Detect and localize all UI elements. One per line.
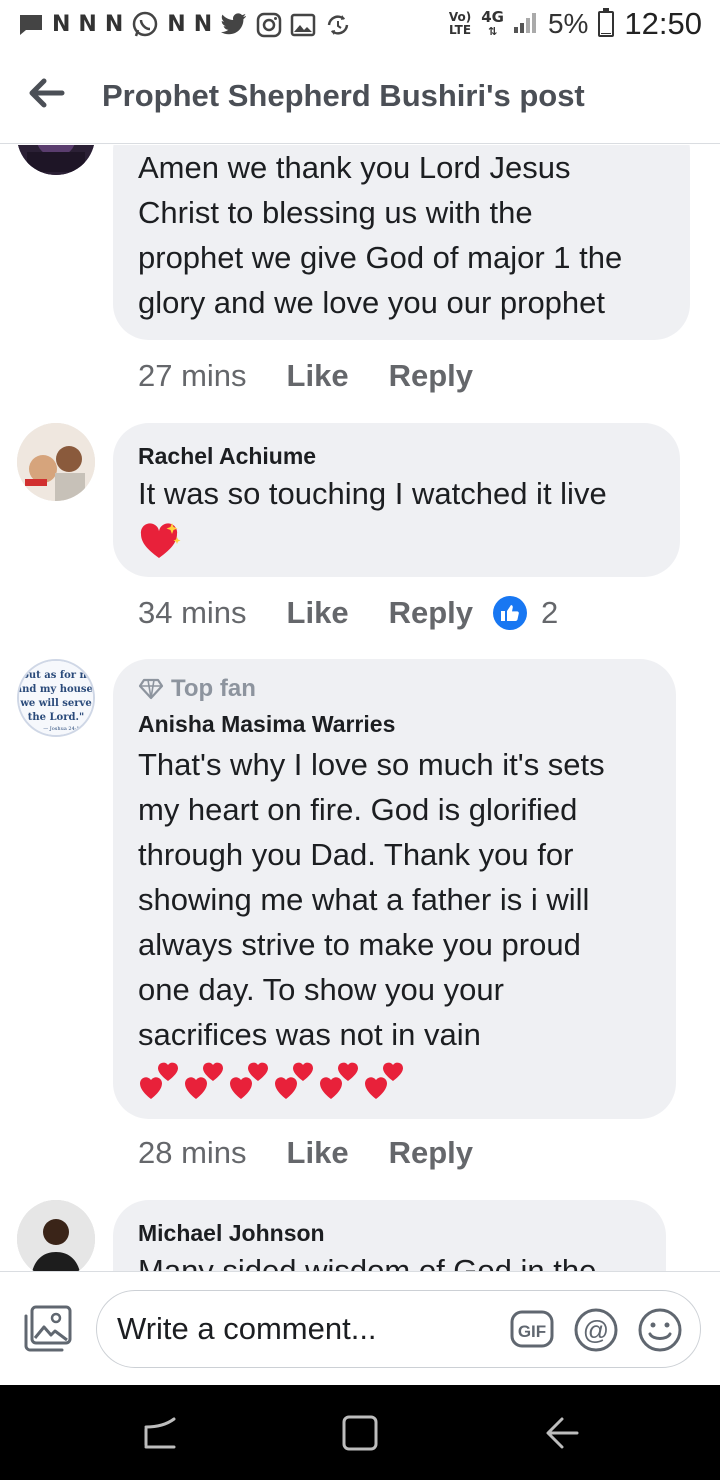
battery-icon xyxy=(598,8,615,37)
comments-list[interactable]: Amen we thank you Lord Jesus Christ to b… xyxy=(0,145,720,1271)
sync-icon xyxy=(327,15,349,35)
comment-bubble[interactable]: Michael Johnson Many sided wisdom of God… xyxy=(113,1200,666,1271)
like-button[interactable]: Like xyxy=(287,358,349,394)
reply-button[interactable]: Reply xyxy=(389,1135,473,1171)
photo-icon xyxy=(24,1305,72,1352)
mention-icon: @ xyxy=(574,1308,618,1352)
comment-bubble[interactable]: Amen we thank you Lord Jesus Christ to b… xyxy=(113,145,690,340)
smiley-icon xyxy=(638,1308,682,1352)
comment-input[interactable]: Write a comment... GIF @ xyxy=(96,1290,701,1368)
diamond-icon xyxy=(138,678,164,700)
n-icon: N xyxy=(167,12,186,37)
svg-text:and my house,: and my house, xyxy=(19,684,93,695)
reply-button[interactable]: Reply xyxy=(389,595,473,631)
comment-text: Many sided wisdom of God in the xyxy=(138,1253,597,1271)
svg-text:but as for m: but as for m xyxy=(22,670,91,681)
two-hearts-icon xyxy=(140,1062,178,1099)
two-hearts-icon xyxy=(275,1062,313,1099)
recent-apps-icon xyxy=(144,1417,176,1449)
back-nav-icon xyxy=(546,1417,579,1449)
data-arrows-icon: ⇅ xyxy=(487,24,498,38)
battery-percent: 5% xyxy=(547,8,589,39)
two-hearts-icon xyxy=(320,1062,358,1099)
hearts-emoji-row xyxy=(139,1059,405,1101)
n-icon: N xyxy=(193,12,213,37)
comment-time[interactable]: 28 mins xyxy=(138,1135,247,1171)
emoji-button[interactable] xyxy=(637,1307,683,1353)
back-button[interactable] xyxy=(22,70,72,116)
photo-button[interactable] xyxy=(20,1304,74,1354)
like-reaction-icon xyxy=(493,596,527,630)
svg-text:@: @ xyxy=(583,1315,609,1345)
like-button[interactable]: Like xyxy=(287,1135,349,1171)
avatar[interactable] xyxy=(17,1200,95,1271)
comment-actions: 28 mins Like Reply xyxy=(138,1133,473,1173)
reaction-summary[interactable]: 2 xyxy=(493,595,558,631)
system-nav-bar xyxy=(0,1385,720,1480)
comment-time[interactable]: 34 mins xyxy=(138,595,247,631)
comment-bubble[interactable]: Rachel Achiume It was so touching I watc… xyxy=(113,423,680,577)
comment-bubble[interactable]: Top fan Anisha Masima Warries That's why… xyxy=(113,659,676,1119)
reaction-count: 2 xyxy=(541,595,559,630)
top-fan-label: Top fan xyxy=(171,675,256,702)
recent-apps-button[interactable] xyxy=(138,1411,182,1455)
comment-composer: Write a comment... GIF @ xyxy=(0,1271,720,1385)
n-icon: N xyxy=(52,12,71,37)
svg-text:— Joshua 24:15: — Joshua 24:15 xyxy=(43,726,83,732)
notification-icons: N N N N N xyxy=(18,8,352,42)
two-hearts-icon xyxy=(230,1062,268,1099)
comment-placeholder: Write a comment... xyxy=(117,1311,377,1346)
sparkling-heart-icon xyxy=(140,523,181,558)
clock: 12:50 xyxy=(624,6,702,41)
instagram-icon xyxy=(256,12,282,38)
page-title: Prophet Shepherd Bushiri's post xyxy=(102,78,585,113)
comment-author[interactable]: Rachel Achiume xyxy=(138,443,316,470)
two-hearts-icon xyxy=(365,1062,403,1099)
comment-text: That's why I love so much it's sets my h… xyxy=(138,747,605,1052)
back-nav-button[interactable] xyxy=(540,1411,584,1455)
reply-button[interactable]: Reply xyxy=(389,358,473,394)
home-icon xyxy=(342,1415,378,1451)
message-icon xyxy=(20,15,42,35)
comment-text: It was so touching I watched it live xyxy=(138,476,607,511)
avatar[interactable]: but as for m and my house, we will serve… xyxy=(17,659,95,737)
status-indicators: Vo) LTE 4G ⇅ 5% 12:50 xyxy=(449,6,702,42)
gallery-icon xyxy=(290,13,316,37)
like-button[interactable]: Like xyxy=(287,595,349,631)
svg-text:the Lord.": the Lord." xyxy=(28,712,84,723)
comment-actions: 34 mins Like Reply 2 xyxy=(138,593,558,633)
two-hearts-icon xyxy=(185,1062,223,1099)
volte-indicator: Vo) LTE xyxy=(448,10,472,37)
svg-text:GIF: GIF xyxy=(518,1322,546,1341)
avatar[interactable] xyxy=(17,423,95,501)
comment-author[interactable]: Anisha Masima Warries xyxy=(138,711,395,738)
gif-icon: GIF xyxy=(510,1310,554,1348)
post-header: Prophet Shepherd Bushiri's post xyxy=(0,50,720,144)
comment-actions: 27 mins Like Reply xyxy=(138,356,473,396)
n-icon: N xyxy=(78,12,97,37)
top-fan-badge: Top fan xyxy=(138,675,256,703)
mention-button[interactable]: @ xyxy=(573,1307,619,1353)
avatar[interactable] xyxy=(17,145,95,175)
home-button[interactable] xyxy=(338,1411,382,1455)
comment-text: Amen we thank you Lord Jesus Christ to b… xyxy=(138,150,623,320)
network-type: 4G xyxy=(481,7,504,26)
signal-icon xyxy=(513,13,538,35)
gif-button[interactable]: GIF xyxy=(509,1307,555,1353)
comment-time[interactable]: 27 mins xyxy=(138,358,247,394)
back-arrow-icon xyxy=(29,78,65,108)
comment-author[interactable]: Michael Johnson xyxy=(138,1220,325,1247)
svg-text:we will serve: we will serve xyxy=(19,698,91,709)
whatsapp-icon xyxy=(133,11,158,37)
network-indicator: 4G ⇅ xyxy=(481,7,504,38)
status-bar: N N N N N Vo) LTE 4G ⇅ 5% 12:50 xyxy=(0,0,720,50)
twitter-icon xyxy=(221,13,247,35)
n-icon: N xyxy=(104,12,124,37)
